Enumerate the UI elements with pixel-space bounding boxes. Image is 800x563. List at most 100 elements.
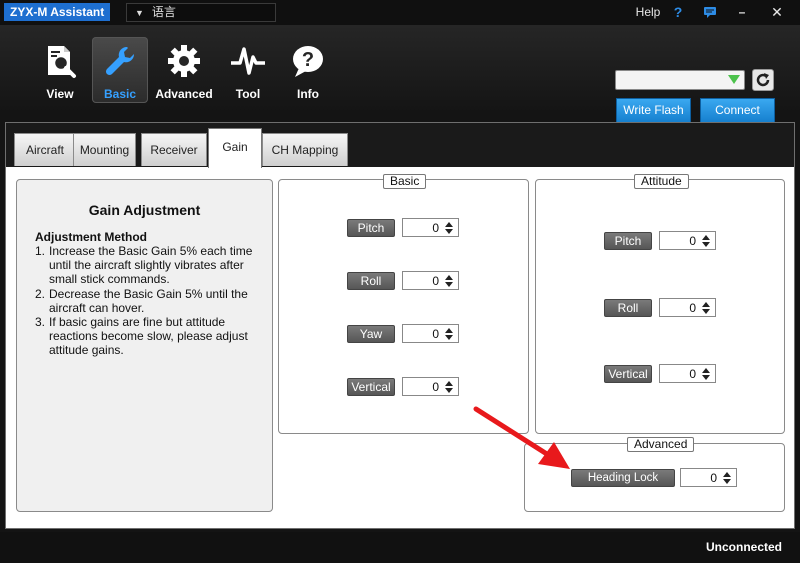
gear-icon	[168, 45, 200, 77]
attitude-pitch-spinbox[interactable]: 0	[659, 231, 716, 250]
nav-info[interactable]: ? Info	[280, 37, 336, 103]
spin-down-icon[interactable]	[702, 309, 710, 314]
spin-up-icon[interactable]	[445, 222, 453, 227]
attitude-pitch-label: Pitch	[604, 232, 652, 250]
refresh-button[interactable]	[752, 69, 774, 91]
connection-status: Unconnected	[705, 540, 782, 554]
advanced-group-title: Advanced	[627, 437, 695, 452]
basic-pitch-spinbox[interactable]: 0	[402, 218, 459, 237]
nav-tool[interactable]: Tool	[220, 37, 276, 103]
basic-yaw-row: Yaw 0	[347, 324, 462, 345]
step-number: 1.	[35, 244, 46, 258]
language-menu[interactable]: ▼ 语言	[126, 3, 276, 22]
minimize-icon[interactable]: –	[730, 2, 754, 22]
spin-up-icon[interactable]	[445, 381, 453, 386]
basic-roll-row: Roll 0	[347, 271, 462, 292]
basic-pitch-value: 0	[432, 221, 439, 235]
spin-down-icon[interactable]	[702, 375, 710, 380]
nav-tool-label: Tool	[235, 87, 261, 101]
annotation-arrow-icon	[473, 406, 570, 469]
basic-yaw-spinbox[interactable]: 0	[402, 324, 459, 343]
step-number: 3.	[35, 315, 46, 330]
spin-up-icon[interactable]	[702, 368, 710, 373]
magnifier-document-icon	[48, 46, 76, 78]
spin-up-icon[interactable]	[702, 302, 710, 307]
attitude-vertical-value: 0	[689, 367, 696, 381]
gain-adjustment-title: Gain Adjustment	[88, 202, 201, 218]
tab-gain[interactable]: Gain	[208, 128, 262, 168]
spin-down-icon[interactable]	[445, 335, 453, 340]
spin-down-icon[interactable]	[445, 282, 453, 287]
nav-view-label: View	[46, 87, 74, 101]
spin-down-icon[interactable]	[723, 479, 731, 484]
nav-advanced-label: Advanced	[155, 87, 213, 101]
adjustment-step: 1. Increase the Basic Gain 5% each time u…	[35, 244, 267, 287]
attitude-pitch-row: Pitch 0	[604, 231, 719, 252]
heading-lock-row: Heading Lock Ability 0	[571, 468, 741, 500]
dropdown-arrow-icon	[728, 75, 740, 84]
message-icon[interactable]	[700, 2, 720, 22]
attitude-pitch-value: 0	[689, 234, 696, 248]
spin-down-icon[interactable]	[445, 229, 453, 234]
step-text: If basic gains are fine but attitude rea…	[49, 315, 248, 358]
tab-aircraft[interactable]: Aircraft	[14, 133, 76, 166]
basic-pitch-row: Pitch 0	[347, 218, 462, 239]
pulse-icon	[231, 47, 265, 75]
help-icon[interactable]: ?	[668, 2, 688, 22]
nav-view[interactable]: View	[32, 37, 88, 103]
nav-basic-label: Basic	[103, 87, 137, 101]
attitude-gain-group: Attitude Pitch 0 Roll 0 Vertical 0	[535, 174, 785, 434]
basic-vertical-spinbox[interactable]: 0	[402, 377, 459, 396]
basic-vertical-label: Vertical	[347, 378, 395, 396]
spin-up-icon[interactable]	[445, 275, 453, 280]
attitude-group-title: Attitude	[634, 174, 689, 189]
attitude-roll-value: 0	[689, 301, 696, 315]
adjustment-step: 3. If basic gains are fine but attitude r…	[35, 315, 267, 358]
attitude-vertical-label: Vertical	[604, 365, 652, 383]
app-window: ZYX-M Assistant ▼ 语言 Help ? – ✕ View Bas…	[0, 0, 800, 563]
status-bar: Unconnected	[0, 532, 800, 563]
svg-text:?: ?	[302, 49, 314, 71]
wrench-icon	[105, 46, 135, 76]
content-panel: Aircraft Mounting Receiver Gain CH Mappi…	[5, 122, 795, 529]
help-label[interactable]: Help	[630, 2, 666, 22]
attitude-vertical-row: Vertical 0	[604, 364, 719, 385]
basic-vertical-row: Vertical 0	[347, 377, 462, 398]
attitude-roll-label: Roll	[604, 299, 652, 317]
tab-bar: Aircraft Mounting Receiver Gain CH Mappi…	[6, 123, 794, 168]
tab-receiver[interactable]: Receiver	[141, 133, 207, 166]
step-number: 2.	[35, 286, 46, 301]
connect-button[interactable]: Connect	[700, 98, 775, 123]
app-title: ZYX-M Assistant	[4, 3, 111, 21]
basic-yaw-value: 0	[432, 327, 439, 341]
port-select[interactable]	[615, 70, 745, 90]
tab-mounting[interactable]: Mounting	[73, 133, 136, 166]
basic-pitch-label: Pitch	[347, 219, 395, 237]
spin-up-icon[interactable]	[723, 472, 731, 477]
basic-group-title: Basic	[383, 174, 427, 189]
step-text: Decrease the Basic Gain 5% until the air…	[49, 286, 248, 315]
adjustment-method-heading: Adjustment Method	[35, 230, 147, 244]
nav-basic[interactable]: Basic	[92, 37, 148, 103]
refresh-icon	[756, 73, 770, 87]
spin-down-icon[interactable]	[702, 242, 710, 247]
info-bubble-icon: ?	[293, 46, 323, 77]
adjustment-steps: 1. Increase the Basic Gain 5% each time u…	[35, 244, 267, 358]
write-flash-button[interactable]: Write Flash	[616, 98, 691, 123]
title-bar: ZYX-M Assistant ▼ 语言 Help ? – ✕	[0, 0, 800, 25]
basic-vertical-value: 0	[432, 380, 439, 394]
nav-advanced[interactable]: Advanced	[152, 37, 216, 103]
dropdown-triangle-icon: ▼	[135, 8, 144, 18]
spin-up-icon[interactable]	[445, 328, 453, 333]
nav-info-label: Info	[297, 87, 319, 101]
attitude-roll-spinbox[interactable]: 0	[659, 298, 716, 317]
tab-ch-mapping[interactable]: CH Mapping	[262, 133, 348, 166]
close-icon[interactable]: ✕	[765, 2, 789, 22]
gain-adjustment-panel: Gain Adjustment Adjustment Method 1. Incr…	[16, 179, 273, 512]
attitude-vertical-spinbox[interactable]: 0	[659, 364, 716, 383]
basic-roll-spinbox[interactable]: 0	[402, 271, 459, 290]
spin-down-icon[interactable]	[445, 388, 453, 393]
heading-lock-spinbox[interactable]: 0	[680, 468, 737, 487]
spin-up-icon[interactable]	[702, 235, 710, 240]
basic-roll-label: Roll	[347, 272, 395, 290]
